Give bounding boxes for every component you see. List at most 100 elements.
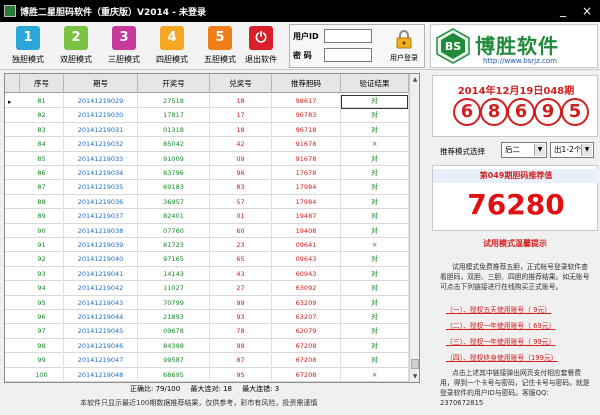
cell-recommend: 17678 bbox=[272, 166, 341, 181]
col-header-period[interactable]: 期号 bbox=[64, 74, 138, 93]
password-input[interactable] bbox=[324, 48, 372, 62]
cell-seq: 87 bbox=[20, 180, 64, 195]
table-row[interactable]: 100 20141219048 68695 95 67208 × bbox=[5, 367, 409, 382]
cell-period: 20141219037 bbox=[64, 209, 138, 224]
cell-prize: 78 bbox=[210, 324, 272, 339]
mode-5-icon: 5 bbox=[208, 26, 232, 50]
table-row[interactable]: 94 20141219042 11027 27 63092 对 bbox=[5, 281, 409, 296]
cell-verify: 对 bbox=[341, 295, 409, 310]
cell-draw: 09678 bbox=[138, 324, 210, 339]
brand-name: 博胜软件 bbox=[475, 34, 559, 58]
cell-draw: 99587 bbox=[138, 353, 210, 368]
table-row[interactable]: 98 20141219046 84398 98 67208 对 bbox=[5, 338, 409, 354]
cell-seq: 85 bbox=[20, 151, 64, 166]
recommend-mode-row: 推荐模式选择 后二 ▼ 出1-2个 ▼ bbox=[432, 140, 598, 162]
table-row[interactable]: 83 20141219031 01318 18 96718 对 bbox=[5, 122, 409, 138]
scroll-thumb[interactable] bbox=[411, 359, 419, 369]
cell-seq: 98 bbox=[20, 338, 64, 354]
draw-panel: 2014年12月19日048期 6 8 6 9 5 bbox=[432, 75, 598, 137]
cell-verify: 对 bbox=[341, 151, 409, 166]
selected-cell-outline bbox=[341, 95, 408, 109]
cell-recommend: 63209 bbox=[272, 295, 341, 310]
close-button[interactable]: × bbox=[576, 0, 598, 22]
count-select[interactable]: 出1-2个 ▼ bbox=[550, 142, 594, 158]
mode-select[interactable]: 后二 ▼ bbox=[501, 142, 547, 158]
cell-seq: 95 bbox=[20, 295, 64, 310]
cell-period: 20141219034 bbox=[64, 166, 138, 181]
cell-seq: 99 bbox=[20, 353, 64, 368]
cell-draw: 85042 bbox=[138, 137, 210, 152]
col-header-draw[interactable]: 开奖号 bbox=[138, 74, 210, 93]
stat-max-miss: 最大连错: 3 bbox=[242, 385, 280, 393]
table-row[interactable]: 97 20141219045 09678 78 62079 对 bbox=[5, 324, 409, 339]
cell-seq: 89 bbox=[20, 209, 64, 224]
mode-button-1[interactable]: 1 独胆模式 bbox=[4, 25, 52, 67]
table-row[interactable]: 96 20141219044 21893 93 63207 对 bbox=[5, 310, 409, 325]
col-header-prize[interactable]: 兑奖号 bbox=[210, 74, 272, 93]
cell-prize: 18 bbox=[210, 122, 272, 138]
user-id-input[interactable] bbox=[324, 29, 372, 43]
cell-verify: 对 bbox=[341, 353, 409, 368]
table-row[interactable]: 93 20141219041 14143 43 60943 对 bbox=[5, 266, 409, 282]
table-row[interactable]: 88 20141219036 36957 57 17984 对 bbox=[5, 194, 409, 210]
buy-link-lifetime[interactable]: （四）、授权终身使用账号（199元） bbox=[446, 352, 592, 362]
recommend-value: 76280 bbox=[467, 188, 565, 221]
cell-period: 20141219038 bbox=[64, 223, 138, 238]
table-row[interactable]: 85 20141219033 91009 09 91678 对 bbox=[5, 151, 409, 166]
cell-recommend: 98617 bbox=[272, 94, 341, 109]
mode-button-2[interactable]: 2 双胆模式 bbox=[52, 25, 100, 67]
table-row[interactable]: 81 20141219029 27518 18 98617 对 ▸ bbox=[5, 94, 409, 109]
mode-button-4[interactable]: 4 四胆模式 bbox=[148, 25, 196, 67]
minimize-button[interactable]: _ bbox=[552, 0, 574, 22]
col-header-verify[interactable]: 验证结果 bbox=[341, 74, 409, 93]
table-row[interactable]: 91 20141219039 81723 23 09641 × bbox=[5, 238, 409, 253]
cell-recommend: 67208 bbox=[272, 338, 341, 354]
current-row-marker-icon: ▸ bbox=[8, 98, 12, 106]
table-row[interactable]: 87 20141219035 69183 83 17984 对 bbox=[5, 180, 409, 195]
buy-link-5day[interactable]: （一）、授权五天使用账号（ 9元） bbox=[446, 304, 592, 314]
buy-link-1year-b[interactable]: （三）、授权一年使用账号（ 99元） bbox=[446, 336, 592, 346]
results-table: 序号 期号 开奖号 兑奖号 推荐胆码 验证结果 81 20141219029 275… bbox=[4, 73, 420, 383]
cell-seq: 90 bbox=[20, 223, 64, 238]
draw-ball-3: 6 bbox=[507, 98, 535, 126]
mode-3-label: 三胆模式 bbox=[108, 55, 140, 64]
scroll-down-icon[interactable]: ▼ bbox=[410, 371, 419, 382]
draw-ball-1: 6 bbox=[453, 98, 481, 126]
cell-draw: 82401 bbox=[138, 209, 210, 224]
brand-url[interactable]: http://www.bsrjz.com bbox=[483, 57, 557, 65]
cell-recommend: 91678 bbox=[272, 151, 341, 166]
table-row[interactable]: 86 20141219034 83796 96 17678 对 bbox=[5, 166, 409, 181]
table-row[interactable]: 95 20141219043 70799 99 63209 对 bbox=[5, 295, 409, 310]
cell-period: 20141219039 bbox=[64, 238, 138, 253]
cell-period: 20141219043 bbox=[64, 295, 138, 310]
cell-recommend: 09643 bbox=[272, 252, 341, 267]
table-row[interactable]: 82 20141219030 17817 17 96783 对 bbox=[5, 108, 409, 123]
trial-body: 试用模式免费推荐五胆，正式帐号登录软件查看胆码，双胆、三胆、四胆的推荐结果。如无… bbox=[440, 263, 590, 291]
exit-label: 退出软件 bbox=[245, 55, 277, 64]
cell-period: 20141219046 bbox=[64, 338, 138, 354]
cell-verify: 对 bbox=[341, 281, 409, 296]
table-row[interactable]: 90 20141219038 07760 60 19408 对 bbox=[5, 223, 409, 238]
table-row[interactable]: 89 20141219037 82401 01 19487 对 bbox=[5, 209, 409, 224]
cell-verify: 对 bbox=[341, 194, 409, 210]
login-button[interactable]: 用户登录 bbox=[384, 26, 424, 66]
cell-seq: 96 bbox=[20, 310, 64, 325]
cell-verify: 对 bbox=[341, 266, 409, 282]
buy-link-1year-a[interactable]: （二）、授权一年使用账号（ 69元） bbox=[446, 320, 592, 330]
cell-period: 20141219031 bbox=[64, 122, 138, 138]
cell-draw: 68695 bbox=[138, 367, 210, 382]
scroll-up-icon[interactable]: ▲ bbox=[410, 74, 419, 85]
mode-4-icon: 4 bbox=[160, 26, 184, 50]
exit-button[interactable]: ⏻ 退出软件 bbox=[237, 25, 285, 67]
cell-prize: 18 bbox=[210, 94, 272, 109]
cell-seq: 92 bbox=[20, 252, 64, 267]
table-row[interactable]: 92 20141219040 97165 65 09643 对 bbox=[5, 252, 409, 267]
col-header-recommend[interactable]: 推荐胆码 bbox=[272, 74, 341, 93]
cell-verify: × bbox=[341, 137, 409, 152]
table-scrollbar[interactable]: ▲ ▼ bbox=[409, 74, 419, 382]
mode-button-3[interactable]: 3 三胆模式 bbox=[100, 25, 148, 67]
table-row[interactable]: 99 20141219047 99587 87 67208 对 bbox=[5, 353, 409, 368]
col-header-seq[interactable]: 序号 bbox=[20, 74, 64, 93]
table-row[interactable]: 84 20141219032 85042 42 91678 × bbox=[5, 137, 409, 152]
cell-seq: 83 bbox=[20, 122, 64, 138]
